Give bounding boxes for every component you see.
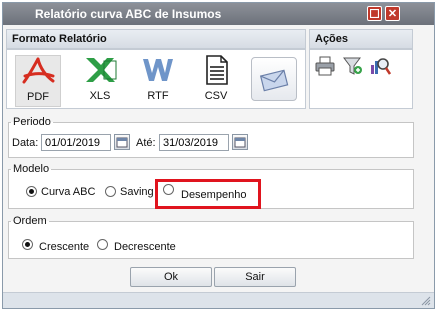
ordem-legend: Ordem [13,215,47,227]
modelo-curva-abc-radio[interactable] [26,186,37,197]
filter-button[interactable] [342,55,364,80]
format-pdf-label: PDF [27,91,49,103]
modelo-saving-label: Saving [120,186,154,198]
format-rtf-label: RTF [147,90,169,102]
email-icon [259,69,289,92]
desempenho-highlight-box [155,179,261,209]
acoes-header: Ações [309,29,413,49]
data-inicio-calendar-button[interactable] [114,134,130,150]
format-email-button[interactable] [251,57,297,101]
formato-header-label: Formato Relatório [12,33,107,45]
filter-icon [343,57,362,75]
calendar-icon [116,137,128,148]
format-csv-label: CSV [204,90,228,102]
ordem-decrescente-label: Decrescente [114,241,176,253]
ok-button-label: Ok [163,271,179,283]
sair-button-label: Sair [245,271,265,283]
csv-icon [206,55,228,85]
resize-grip-icon[interactable] [421,296,431,306]
window-title: Relatório curva ABC de Insumos [35,7,222,21]
ordem-decrescente-radio[interactable] [97,239,108,250]
modelo-saving-radio[interactable] [105,186,116,197]
format-xls-button[interactable]: XLS [77,55,123,102]
ordem-crescente-label: Crescente [39,241,90,253]
ate-label: Até: [136,137,156,149]
printer-icon [315,56,335,76]
search-report-button[interactable] [369,55,392,80]
maximize-icon [370,9,379,18]
acoes-header-label: Ações [315,33,349,45]
format-csv-button[interactable]: CSV [193,55,239,102]
ok-button[interactable]: Ok [130,267,212,287]
close-icon: ✕ [387,8,398,20]
data-fim-input[interactable] [159,134,229,151]
format-rtf-button[interactable]: RTF [135,55,181,102]
maximize-button[interactable] [367,6,382,21]
sair-button[interactable]: Sair [214,267,296,287]
data-label: Data: [12,137,39,149]
pdf-icon [22,57,55,84]
format-pdf-button[interactable]: PDF [15,55,61,107]
status-footer [3,292,434,308]
modelo-legend: Modelo [13,163,50,175]
xls-icon [86,58,117,82]
calendar-icon [234,137,246,148]
periodo-legend: Periodo [13,116,51,128]
close-button[interactable]: ✕ [385,6,400,21]
formato-header: Formato Relatório [6,29,306,49]
search-report-icon [371,58,392,75]
rtf-icon [143,59,173,81]
title-bar[interactable]: Relatório curva ABC de Insumos ✕ [3,3,434,25]
modelo-curva-abc-label: Curva ABC [41,186,96,198]
ordem-crescente-radio[interactable] [22,239,33,250]
format-xls-label: XLS [89,90,111,102]
print-button[interactable] [314,55,336,80]
data-inicio-input[interactable] [41,134,111,151]
report-dialog: Relatório curva ABC de Insumos ✕ Formato… [2,2,435,309]
data-fim-calendar-button[interactable] [232,134,248,150]
